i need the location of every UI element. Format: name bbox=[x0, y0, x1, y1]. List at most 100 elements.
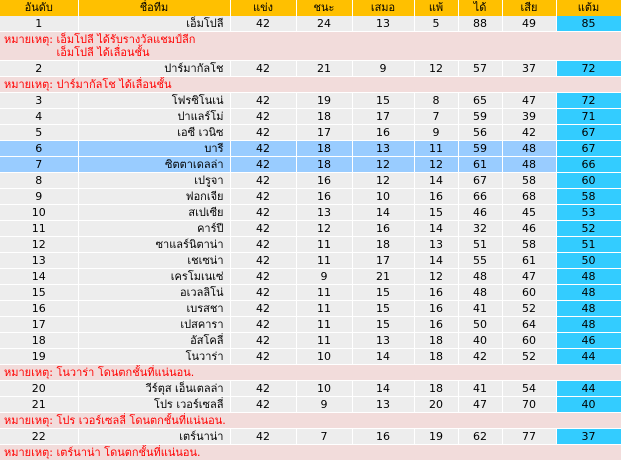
team-name-cell: เปสคารา bbox=[78, 316, 231, 333]
team-name-cell: ปาร์มากัลโช bbox=[78, 60, 231, 77]
team-name-cell: ซาแลร์นิตาน่า bbox=[78, 236, 231, 253]
goals-for-cell: 50 bbox=[458, 316, 503, 333]
played-cell: 42 bbox=[230, 332, 297, 349]
position-cell: 8 bbox=[0, 172, 79, 189]
points-cell: 67 bbox=[556, 140, 621, 157]
position-cell: 4 bbox=[0, 108, 79, 125]
lost-cell: 13 bbox=[414, 236, 459, 253]
goals-for-cell: 47 bbox=[458, 396, 503, 413]
won-cell: 10 bbox=[296, 380, 353, 397]
note-text: ปาร์มากัลโช ได้เลื่อนชั้น bbox=[56, 78, 171, 91]
won-cell: 13 bbox=[296, 204, 353, 221]
note-line: เตร์นาน่า โดนตกชั้นที่แน่นอน. bbox=[56, 446, 201, 459]
team-name-cell: โนวาร่า bbox=[78, 348, 231, 365]
table-row: 9 ฟอกเจีย 42 16 10 16 66 68 58 bbox=[0, 188, 621, 205]
goals-for-cell: 65 bbox=[458, 92, 503, 109]
position-cell: 21 bbox=[0, 396, 79, 413]
table-row: 15 อเวลลิโน่ 42 11 15 16 48 60 48 bbox=[0, 284, 621, 301]
table-row: 14 เครโมเนเซ่ 42 9 21 12 48 47 48 bbox=[0, 268, 621, 285]
team-name-cell: เอซี เวนิซ bbox=[78, 124, 231, 141]
goals-against-cell: 42 bbox=[502, 124, 557, 141]
position-cell: 6 bbox=[0, 140, 79, 157]
note-line: เอ็มโปลี ได้รับรางวัลแชมป์ลีก bbox=[56, 33, 196, 46]
points-cell: 71 bbox=[556, 108, 621, 125]
note-row: หมายเหตุ: โนวาร่า โดนตกชั้นที่แน่นอน. bbox=[0, 364, 621, 381]
points-cell: 48 bbox=[556, 316, 621, 333]
position-cell: 13 bbox=[0, 252, 79, 269]
goals-for-cell: 67 bbox=[458, 172, 503, 189]
played-cell: 42 bbox=[230, 124, 297, 141]
goals-for-cell: 40 bbox=[458, 332, 503, 349]
table-row: 5 เอซี เวนิซ 42 17 16 9 56 42 67 bbox=[0, 124, 621, 141]
goals-against-cell: 70 bbox=[502, 396, 557, 413]
won-cell: 24 bbox=[296, 16, 353, 32]
goals-against-cell: 52 bbox=[502, 348, 557, 365]
table-row: 3 โฟรซิโนเน่ 42 19 15 8 65 47 72 bbox=[0, 92, 621, 109]
lost-cell: 16 bbox=[414, 300, 459, 317]
goals-against-cell: 47 bbox=[502, 268, 557, 285]
standings-body: 1 เอ็มโปลี 42 24 13 5 88 49 85 หมายเหตุ: เอ็มโปลี… bbox=[0, 16, 621, 461]
points-cell: 53 bbox=[556, 204, 621, 221]
goals-against-cell: 37 bbox=[502, 60, 557, 77]
team-name-cell: บารี bbox=[78, 140, 231, 157]
goals-for-cell: 55 bbox=[458, 252, 503, 269]
points-cell: 51 bbox=[556, 236, 621, 253]
won-cell: 11 bbox=[296, 300, 353, 317]
played-cell: 42 bbox=[230, 300, 297, 317]
lost-cell: 15 bbox=[414, 204, 459, 221]
played-cell: 42 bbox=[230, 284, 297, 301]
goals-against-cell: 60 bbox=[502, 284, 557, 301]
lost-cell: 14 bbox=[414, 252, 459, 269]
team-name-cell: เชเซน่า bbox=[78, 252, 231, 269]
note-text: โนวาร่า โดนตกชั้นที่แน่นอน. bbox=[56, 366, 194, 379]
table-row: 6 บารี 42 18 13 11 59 48 67 bbox=[0, 140, 621, 157]
table-row: 19 โนวาร่า 42 10 14 18 42 52 44 bbox=[0, 348, 621, 365]
won-cell: 18 bbox=[296, 156, 353, 173]
won-cell: 7 bbox=[296, 428, 353, 445]
team-name-cell: ปาแลร์โม่ bbox=[78, 108, 231, 125]
lost-cell: 14 bbox=[414, 172, 459, 189]
note-text: เอ็มโปลี ได้รับรางวัลแชมป์ลีก เอ็มโปลี ได… bbox=[56, 33, 195, 59]
note-label: หมายเหตุ: bbox=[4, 78, 53, 91]
header-row: อันดับ ชื่อทีม แข่ง ชนะ เสมอ แพ้ ได้ เสี… bbox=[0, 0, 621, 16]
goals-against-cell: 61 bbox=[502, 252, 557, 269]
goals-for-cell: 61 bbox=[458, 156, 503, 173]
won-cell: 16 bbox=[296, 188, 353, 205]
lost-cell: 12 bbox=[414, 156, 459, 173]
team-name-cell: วีร์ตุส เอ็นเตลล่า bbox=[78, 380, 231, 397]
position-cell: 11 bbox=[0, 220, 79, 237]
played-cell: 42 bbox=[230, 428, 297, 445]
note-row: หมายเหตุ: โปร เวอร์เซลลี่ โดนตกชั้นที่แน… bbox=[0, 412, 621, 429]
goals-against-cell: 60 bbox=[502, 332, 557, 349]
drawn-cell: 10 bbox=[352, 188, 415, 205]
drawn-cell: 14 bbox=[352, 380, 415, 397]
played-cell: 42 bbox=[230, 92, 297, 109]
goals-against-cell: 45 bbox=[502, 204, 557, 221]
won-cell: 11 bbox=[296, 284, 353, 301]
note-cell: หมายเหตุ: โปร เวอร์เซลลี่ โดนตกชั้นที่แน… bbox=[0, 412, 621, 429]
lost-cell: 18 bbox=[414, 332, 459, 349]
played-cell: 42 bbox=[230, 316, 297, 333]
goals-for-cell: 48 bbox=[458, 268, 503, 285]
won-cell: 19 bbox=[296, 92, 353, 109]
header-lost: แพ้ bbox=[414, 0, 459, 16]
table-row: 4 ปาแลร์โม่ 42 18 17 7 59 39 71 bbox=[0, 108, 621, 125]
position-cell: 5 bbox=[0, 124, 79, 141]
position-cell: 22 bbox=[0, 428, 79, 445]
table-row: 7 ซิตตาเดลล่า 42 18 12 12 61 48 66 bbox=[0, 156, 621, 173]
won-cell: 11 bbox=[296, 332, 353, 349]
played-cell: 42 bbox=[230, 396, 297, 413]
goals-for-cell: 62 bbox=[458, 428, 503, 445]
lost-cell: 16 bbox=[414, 188, 459, 205]
position-cell: 3 bbox=[0, 92, 79, 109]
team-name-cell: อเวลลิโน่ bbox=[78, 284, 231, 301]
note-label: หมายเหตุ: bbox=[4, 414, 53, 427]
won-cell: 18 bbox=[296, 108, 353, 125]
position-cell: 7 bbox=[0, 156, 79, 173]
won-cell: 17 bbox=[296, 124, 353, 141]
won-cell: 9 bbox=[296, 396, 353, 413]
table-row: 8 เปรูจา 42 16 12 14 67 58 60 bbox=[0, 172, 621, 189]
goals-for-cell: 51 bbox=[458, 236, 503, 253]
points-cell: 44 bbox=[556, 380, 621, 397]
position-cell: 9 bbox=[0, 188, 79, 205]
